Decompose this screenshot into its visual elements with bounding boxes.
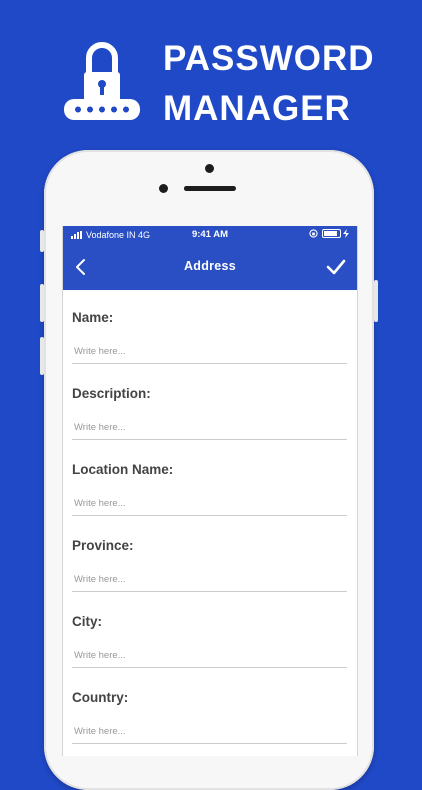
phone-side-button xyxy=(374,280,378,322)
status-bar: Vodafone IN 4G 9:41 AM xyxy=(63,226,357,244)
field-label: Description: xyxy=(72,386,151,401)
front-camera xyxy=(205,164,214,173)
province-input[interactable] xyxy=(72,568,347,592)
phone-side-button xyxy=(40,284,44,322)
field-description: Description: xyxy=(63,366,357,442)
description-input[interactable] xyxy=(72,416,347,440)
field-label: Location Name: xyxy=(72,462,174,477)
earpiece-speaker xyxy=(184,186,234,191)
field-label: City: xyxy=(72,614,102,629)
field-label: Name: xyxy=(72,310,114,325)
promo-title: PASSWORD MANAGER xyxy=(163,34,375,134)
checkmark-icon[interactable] xyxy=(325,257,347,277)
front-sensor xyxy=(159,184,168,193)
phone-side-button xyxy=(40,230,44,252)
location-name-input[interactable] xyxy=(72,492,347,516)
field-city: City: xyxy=(63,594,357,670)
field-country: Country: xyxy=(63,670,357,746)
charging-bolt-icon xyxy=(343,229,349,238)
app-screen: Vodafone IN 4G 9:41 AM Address Name: Wri… xyxy=(62,226,358,756)
phone-side-button xyxy=(40,337,44,375)
field-province: Province: xyxy=(63,518,357,594)
country-input[interactable] xyxy=(72,720,347,744)
promo-title-line2: MANAGER xyxy=(163,89,351,128)
nav-bar: Address xyxy=(63,244,357,290)
field-label: Province: xyxy=(72,538,134,553)
city-input[interactable] xyxy=(72,644,347,668)
name-input[interactable] xyxy=(72,340,347,364)
field-name: Name: xyxy=(63,290,357,366)
nav-title: Address xyxy=(183,259,237,273)
field-location-name: Location Name: xyxy=(63,442,357,518)
rotation-lock-icon xyxy=(309,229,318,238)
lock-keyboard-icon xyxy=(64,42,140,120)
promo-header: PASSWORD MANAGER xyxy=(0,0,422,150)
status-right xyxy=(309,229,349,238)
battery-icon xyxy=(322,229,341,238)
promo-title-line1: PASSWORD xyxy=(163,39,375,78)
field-label: Country: xyxy=(72,690,129,705)
